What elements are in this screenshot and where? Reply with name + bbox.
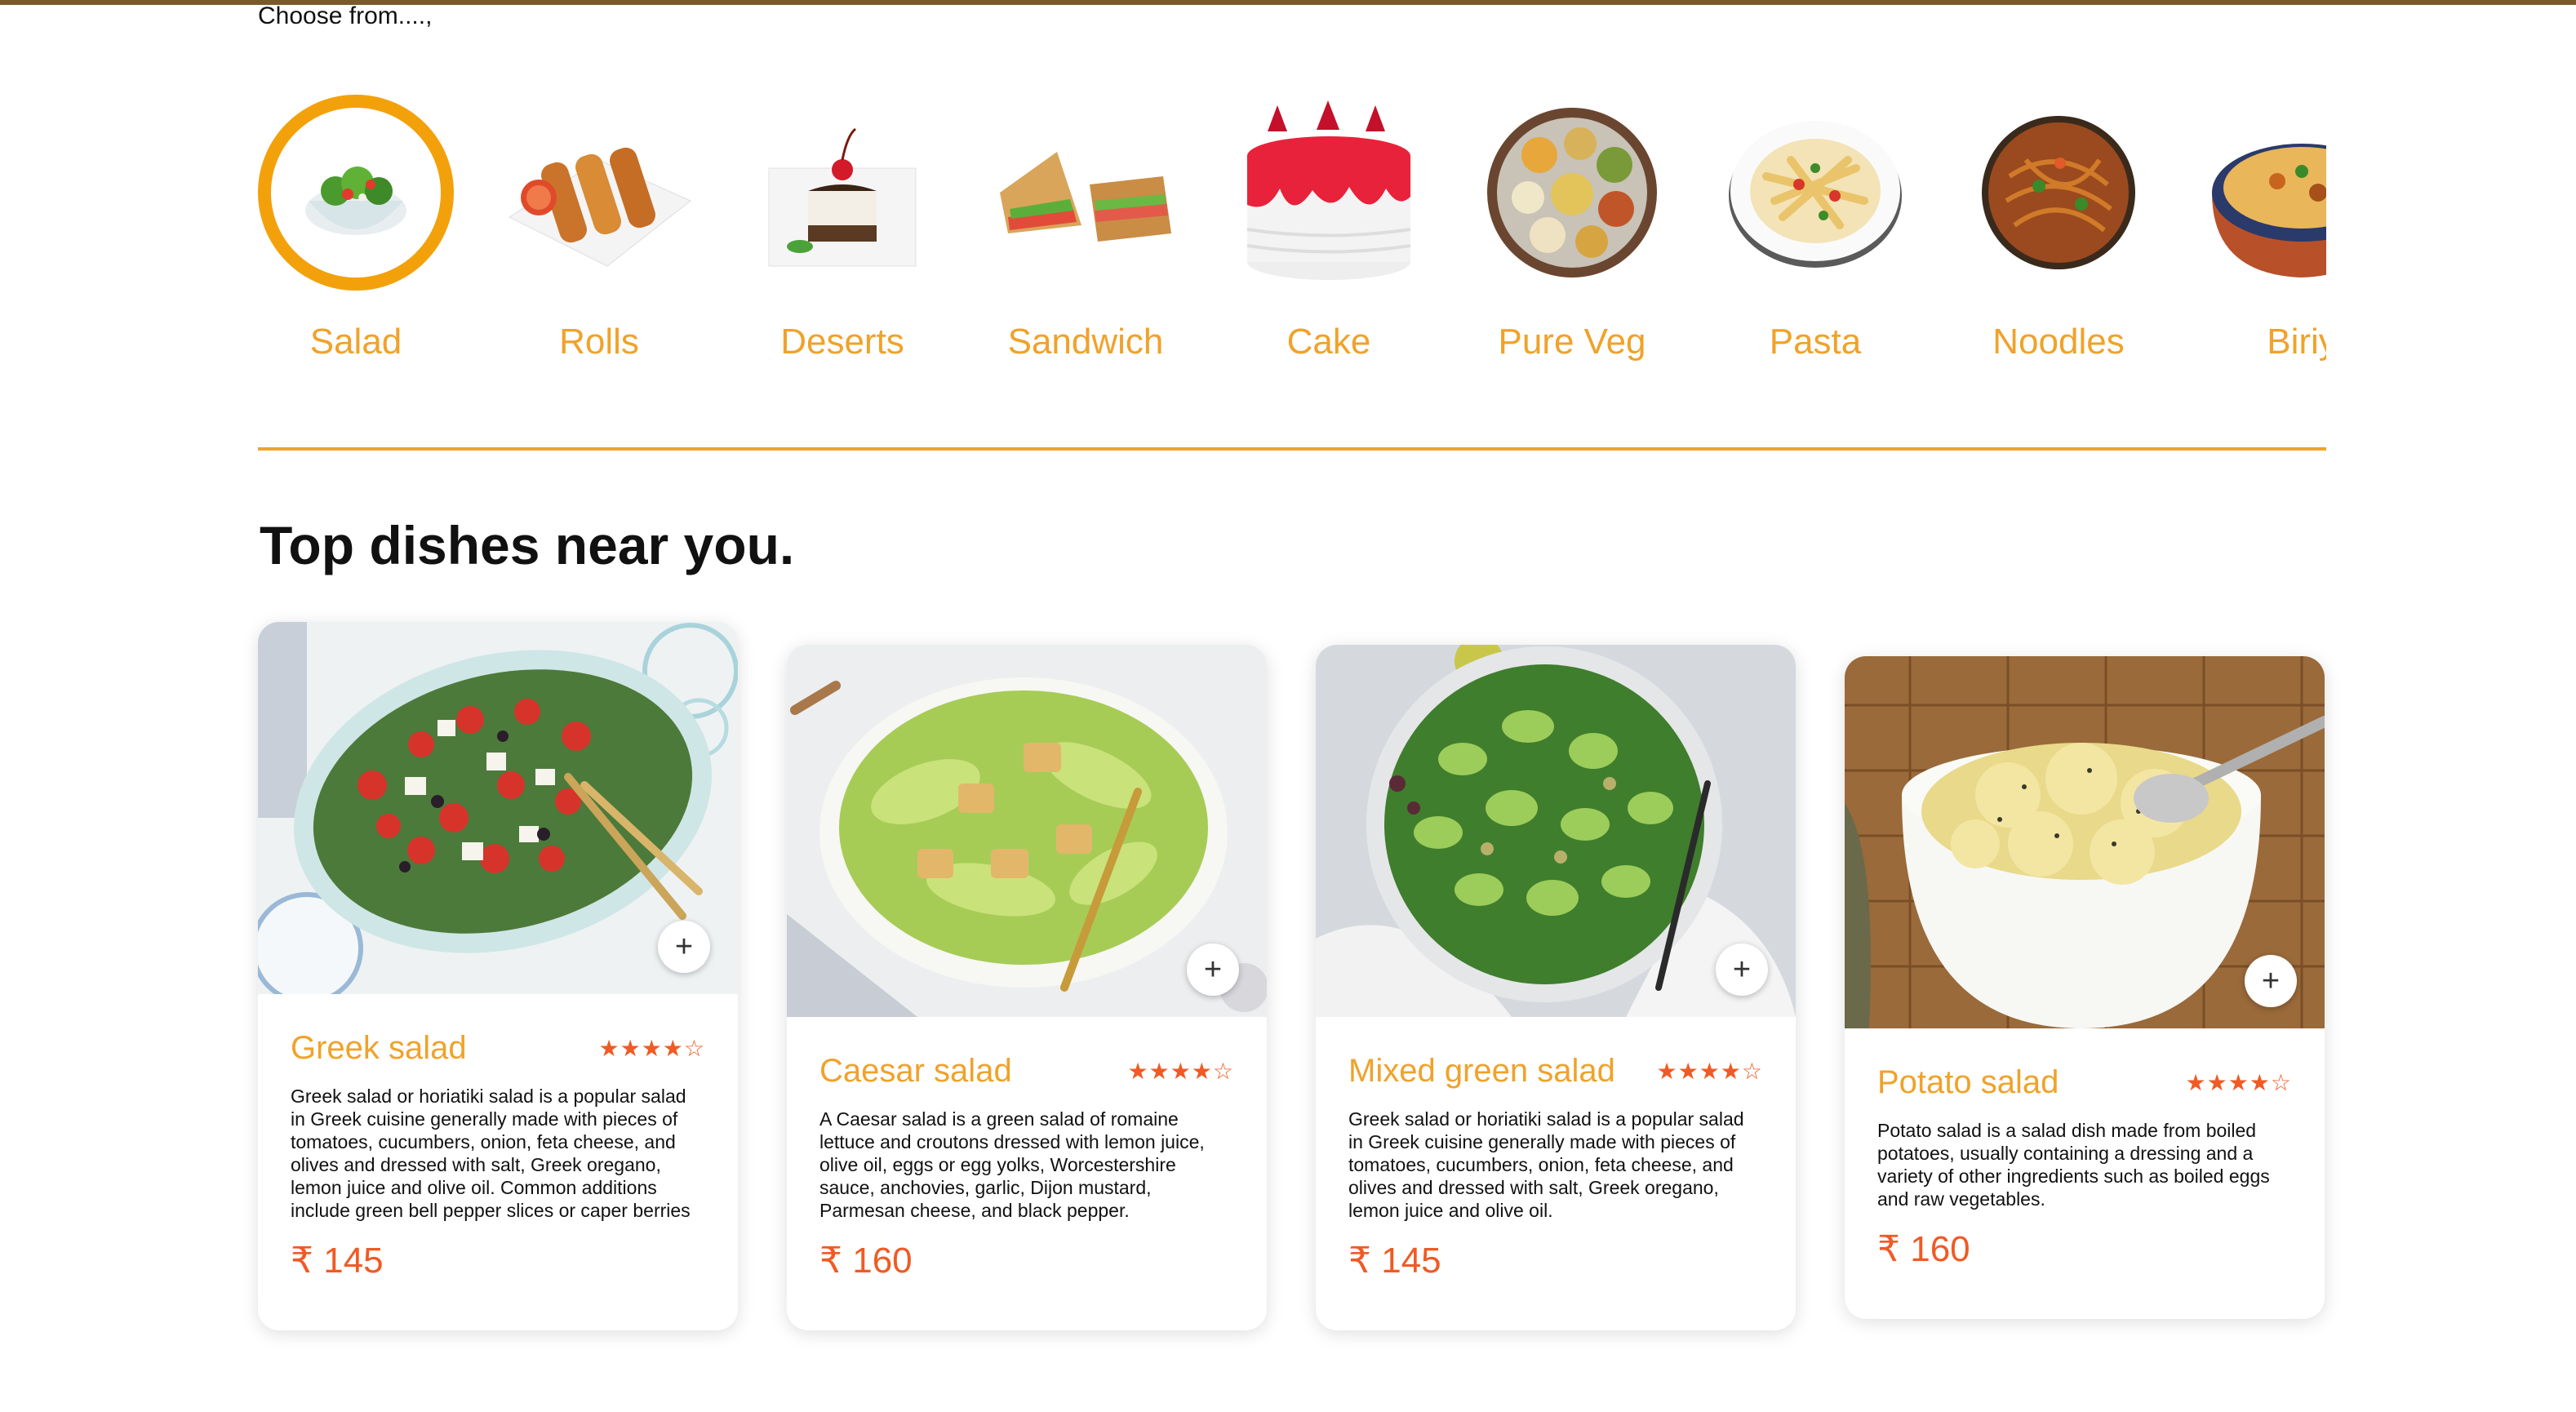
choose-from-label: Choose from...., xyxy=(258,2,433,29)
biryani-pot-icon xyxy=(2204,95,2326,291)
category-cake[interactable]: Cake xyxy=(1231,95,1427,389)
salad-bowl-icon xyxy=(258,95,454,291)
category-label: Pure Veg xyxy=(1498,322,1646,362)
dish-name: Caesar salad xyxy=(819,1053,1012,1089)
dish-card-greek-salad[interactable]: + Greek salad ★★★★☆ Greek salad or horia… xyxy=(258,622,738,1330)
category-pasta[interactable]: Pasta xyxy=(1717,95,1913,389)
category-pure-veg[interactable]: Pure Veg xyxy=(1474,95,1670,389)
section-divider xyxy=(258,447,2326,451)
rating-stars: ★★★★☆ xyxy=(1127,1059,1234,1084)
dish-image: + xyxy=(1845,656,2325,1028)
dish-description: A Caesar salad is a green salad of romai… xyxy=(819,1108,1205,1221)
category-label: Cake xyxy=(1286,322,1371,362)
page-title: Top dishes near you. xyxy=(260,515,795,575)
dish-name: Greek salad xyxy=(291,1030,467,1066)
dish-image: + xyxy=(258,622,738,994)
rating-stars: ★★★★☆ xyxy=(598,1036,705,1061)
rating-stars: ★★★★☆ xyxy=(2185,1070,2292,1095)
dish-price: ₹ 160 xyxy=(1877,1229,1970,1269)
dish-price: ₹ 145 xyxy=(291,1241,384,1281)
category-label: Deserts xyxy=(780,322,904,362)
dish-price: ₹ 145 xyxy=(1348,1241,1441,1281)
category-noodles[interactable]: Noodles xyxy=(1961,95,2156,389)
rating-stars: ★★★★☆ xyxy=(1656,1059,1763,1084)
category-carousel[interactable]: Salad Rolls Deserts Sandwich Cake Pure V… xyxy=(258,95,2326,389)
add-to-cart-button[interactable]: + xyxy=(2245,955,2297,1007)
dish-name: Mixed green salad xyxy=(1348,1053,1615,1089)
dish-description: Greek salad or horiatiki salad is a popu… xyxy=(291,1086,691,1221)
dish-price: ₹ 160 xyxy=(819,1241,913,1281)
strawberry-cake-icon xyxy=(1231,95,1427,291)
category-salad[interactable]: Salad xyxy=(258,95,454,389)
category-biryani[interactable]: Biriy xyxy=(2204,95,2326,389)
noodles-plate-icon xyxy=(1961,95,2156,291)
add-to-cart-button[interactable]: + xyxy=(1716,944,1768,996)
dessert-cake-icon xyxy=(744,95,940,291)
dish-card-caesar-salad[interactable]: + Caesar salad ★★★★☆ A Caesar salad is a… xyxy=(787,645,1267,1330)
dish-card-potato-salad[interactable]: + Potato salad ★★★★☆ Potato salad is a s… xyxy=(1845,656,2325,1319)
dish-card-mixed-green-salad[interactable]: + Mixed green salad ★★★★☆ Greek salad or… xyxy=(1316,645,1796,1330)
category-rolls[interactable]: Rolls xyxy=(501,95,697,389)
category-sandwich[interactable]: Sandwich xyxy=(988,95,1184,389)
category-deserts[interactable]: Deserts xyxy=(744,95,940,389)
category-label: Sandwich xyxy=(1007,322,1164,362)
add-to-cart-button[interactable]: + xyxy=(1187,944,1239,996)
category-label: Salad xyxy=(309,322,402,362)
category-label: Rolls xyxy=(559,322,639,362)
pasta-plate-icon xyxy=(1717,95,1913,291)
dish-image: + xyxy=(787,645,1267,1017)
category-label: Biriy xyxy=(2267,322,2326,362)
spring-rolls-icon xyxy=(501,95,697,291)
add-to-cart-button[interactable]: + xyxy=(658,921,710,973)
category-label: Noodles xyxy=(1992,322,2125,362)
dish-description: Potato salad is a salad dish made from b… xyxy=(1877,1120,2270,1210)
dish-description: Greek salad or horiatiki salad is a popu… xyxy=(1348,1108,1744,1221)
dish-image: + xyxy=(1316,645,1796,1017)
category-label: Pasta xyxy=(1769,322,1862,362)
dish-name: Potato salad xyxy=(1877,1064,2059,1100)
sandwich-icon xyxy=(988,95,1184,291)
veg-thali-icon xyxy=(1474,95,1670,291)
